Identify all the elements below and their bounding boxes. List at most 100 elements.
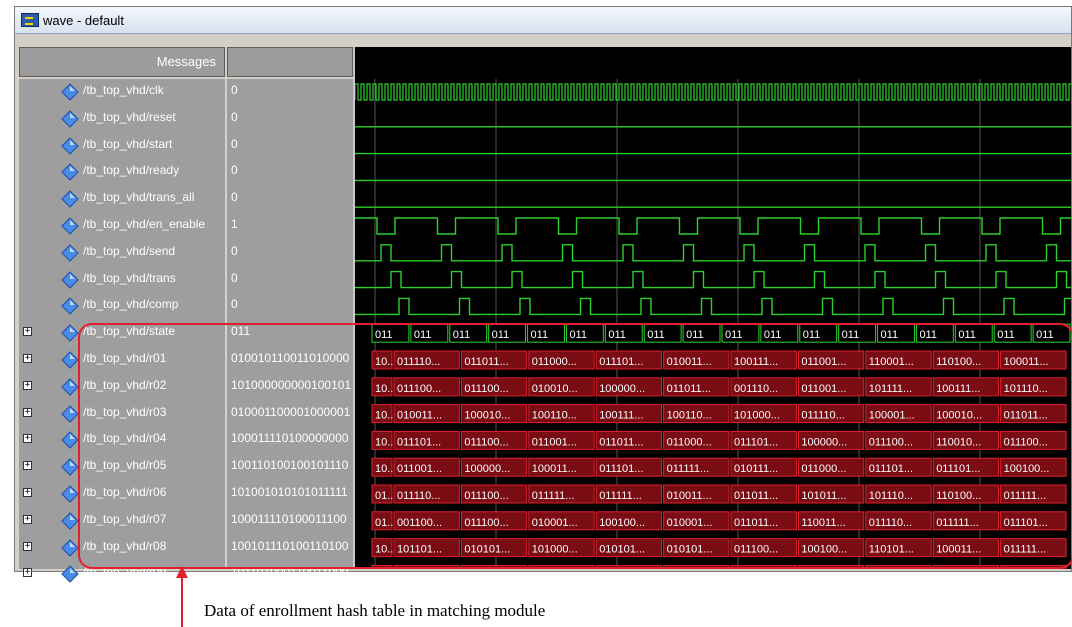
bus-value-label: 010111... bbox=[734, 463, 778, 475]
bus-segment: 011101... bbox=[730, 430, 797, 450]
signal-value-row[interactable]: 0 bbox=[227, 106, 353, 132]
waveform-canvas[interactable]: 011 011 011 011 011 011 011 011 011 011 011 011 011 0… bbox=[355, 47, 1071, 569]
signal-name: /tb_top_vhd/en_enable bbox=[83, 217, 206, 231]
expand-toggle-icon[interactable]: + bbox=[23, 541, 32, 551]
signal-name: /tb_top_vhd/ready bbox=[83, 163, 180, 178]
bus-value-label: 101110... bbox=[869, 490, 913, 502]
bus-segment: 011001... bbox=[797, 377, 865, 397]
bus-segment: 011110... bbox=[393, 350, 460, 370]
signal-row[interactable]: /tb_top_vhd/trans_all bbox=[19, 186, 225, 212]
signal-value: 0 bbox=[231, 136, 238, 151]
bus-segment: 100110... bbox=[528, 404, 595, 424]
bus-value-label: 101101... bbox=[397, 544, 442, 556]
pulse-trace bbox=[355, 244, 1071, 262]
signal-row[interactable]: + /tb_top_vhd/r03 bbox=[19, 401, 225, 427]
signal-row[interactable]: + /tb_top_vhd/r07 bbox=[19, 508, 225, 534]
wave-window: wave - default Messages /tb_top_vhd/clk /… bbox=[14, 6, 1072, 584]
bus-segment: 010101... bbox=[595, 538, 663, 558]
signal-value-row[interactable]: 0 bbox=[227, 293, 353, 319]
signal-value-row[interactable]: 0 bbox=[227, 79, 353, 105]
signal-value-row[interactable]: 011 bbox=[227, 320, 353, 346]
signal-name: /tb_top_vhd/clk bbox=[83, 83, 164, 97]
bus-segment: 101000... bbox=[393, 564, 460, 569]
signal-value-row[interactable]: 101001010101011111 bbox=[227, 481, 353, 507]
signal-row[interactable]: + /tb_top_vhd/r09 bbox=[19, 561, 225, 587]
expand-toggle-icon[interactable]: + bbox=[23, 514, 32, 524]
signal-name: /tb_top_vhd/r02 bbox=[83, 377, 167, 392]
expand-toggle-icon[interactable]: + bbox=[23, 407, 32, 417]
bus-segment: 110100... bbox=[932, 350, 1000, 370]
bus-segment: 011 bbox=[838, 323, 877, 343]
signal-row[interactable]: /tb_top_vhd/reset bbox=[19, 106, 225, 132]
signal-name: /tb_top_vhd/r04 bbox=[83, 431, 167, 446]
signal-row[interactable]: + /tb_top_vhd/r01 bbox=[19, 347, 225, 373]
signal-value-row[interactable]: 0 bbox=[227, 240, 353, 266]
signal-value-row[interactable]: 0 bbox=[227, 133, 353, 159]
signal-value-row[interactable]: 101101000110011000 bbox=[227, 561, 353, 587]
bus-value-label: 101110... bbox=[1004, 383, 1048, 395]
expand-toggle-icon[interactable]: + bbox=[23, 434, 32, 444]
bus-segment: 101000... bbox=[528, 538, 595, 558]
signal-value-row[interactable]: 010001100001000001 bbox=[227, 401, 353, 427]
signal-row[interactable]: /tb_top_vhd/ready bbox=[19, 159, 225, 185]
bus-segment: 010101... bbox=[460, 538, 528, 558]
signal-value-row[interactable]: 101000000000100101 bbox=[227, 374, 353, 400]
signal-diamond-icon bbox=[61, 431, 79, 450]
signal-value: 010010110011010000 bbox=[231, 351, 350, 365]
expand-toggle-icon[interactable]: + bbox=[23, 488, 32, 497]
signal-row[interactable]: /tb_top_vhd/send bbox=[19, 240, 225, 266]
expand-toggle-icon[interactable]: + bbox=[23, 461, 32, 471]
signal-diamond-icon bbox=[61, 485, 79, 503]
bus-value-label: 10... bbox=[375, 436, 396, 448]
expand-toggle-icon[interactable]: + bbox=[23, 380, 32, 390]
signal-value-row[interactable]: 1 bbox=[227, 213, 353, 239]
messages-header[interactable]: Messages bbox=[19, 47, 225, 77]
bus-segment: 011 bbox=[449, 323, 488, 343]
bus-value-label: 011100... bbox=[464, 436, 508, 448]
signal-row[interactable]: /tb_top_vhd/trans bbox=[19, 267, 225, 293]
signal-value-row[interactable]: 0 bbox=[227, 186, 353, 212]
signal-waveform bbox=[355, 270, 1071, 289]
signal-value-row[interactable]: 010010110011010000 bbox=[227, 347, 353, 373]
signal-value-row[interactable]: 100110100100101110 bbox=[227, 454, 353, 480]
window-title: wave - default bbox=[43, 12, 124, 28]
bus-value-label: 011100... bbox=[464, 517, 508, 529]
signal-row[interactable]: /tb_top_vhd/start bbox=[19, 133, 225, 159]
signal-value-row[interactable]: 100101110100110100 bbox=[227, 535, 353, 561]
bus-value-label: 010001... bbox=[667, 517, 713, 529]
signal-row[interactable]: /tb_top_vhd/en_enable bbox=[19, 213, 225, 239]
values-header[interactable] bbox=[227, 47, 353, 77]
signal-value-row[interactable]: 100011110100000000 bbox=[227, 427, 353, 453]
bus-value-label: 011 bbox=[881, 329, 899, 341]
signal-value: 100101110100110100 bbox=[231, 538, 349, 553]
bus-value-label: 110001... bbox=[869, 356, 914, 368]
bus-value-label: 011111... bbox=[936, 517, 979, 529]
signal-value-row[interactable]: 0 bbox=[227, 267, 353, 293]
signal-value-row[interactable]: 100011110100011100 bbox=[227, 508, 353, 534]
bus-segment: 100101... bbox=[730, 564, 797, 569]
signal-value: 0 bbox=[231, 109, 238, 124]
signal-row[interactable]: + /tb_top_vhd/state bbox=[19, 320, 225, 346]
signal-row[interactable]: + /tb_top_vhd/r05 bbox=[19, 454, 225, 480]
signal-row[interactable]: + /tb_top_vhd/r06 bbox=[19, 481, 225, 507]
bus-segment: 011101... bbox=[1000, 511, 1067, 531]
expand-toggle-icon[interactable]: + bbox=[23, 327, 32, 337]
signal-value: 0 bbox=[231, 243, 238, 258]
bus-segment: 010011... bbox=[393, 404, 460, 424]
signal-row[interactable]: + /tb_top_vhd/r02 bbox=[19, 374, 225, 400]
waveform-pane[interactable]: 011 011 011 011 011 011 011 011 011 011 011 011 011 0… bbox=[355, 47, 1071, 569]
signal-name: /tb_top_vhd/r05 bbox=[83, 458, 167, 473]
bus-value-label: 011100... bbox=[397, 383, 441, 395]
bus-value-label: 100000... bbox=[599, 383, 645, 395]
signal-row[interactable]: + /tb_top_vhd/r08 bbox=[19, 535, 225, 561]
expand-toggle-icon[interactable]: + bbox=[23, 354, 32, 363]
signal-row[interactable]: /tb_top_vhd/clk bbox=[19, 79, 225, 105]
bus-cell bbox=[1000, 564, 1067, 569]
expand-toggle-icon[interactable]: + bbox=[23, 568, 32, 578]
bus-segment: 100100... bbox=[595, 511, 663, 531]
bus-segment: 011011... bbox=[595, 430, 663, 450]
signal-row[interactable]: /tb_top_vhd/comp bbox=[19, 293, 225, 319]
signal-value-row[interactable]: 0 bbox=[227, 159, 353, 185]
bus-segment: 011 bbox=[877, 323, 915, 343]
signal-row[interactable]: + /tb_top_vhd/r04 bbox=[19, 427, 225, 453]
